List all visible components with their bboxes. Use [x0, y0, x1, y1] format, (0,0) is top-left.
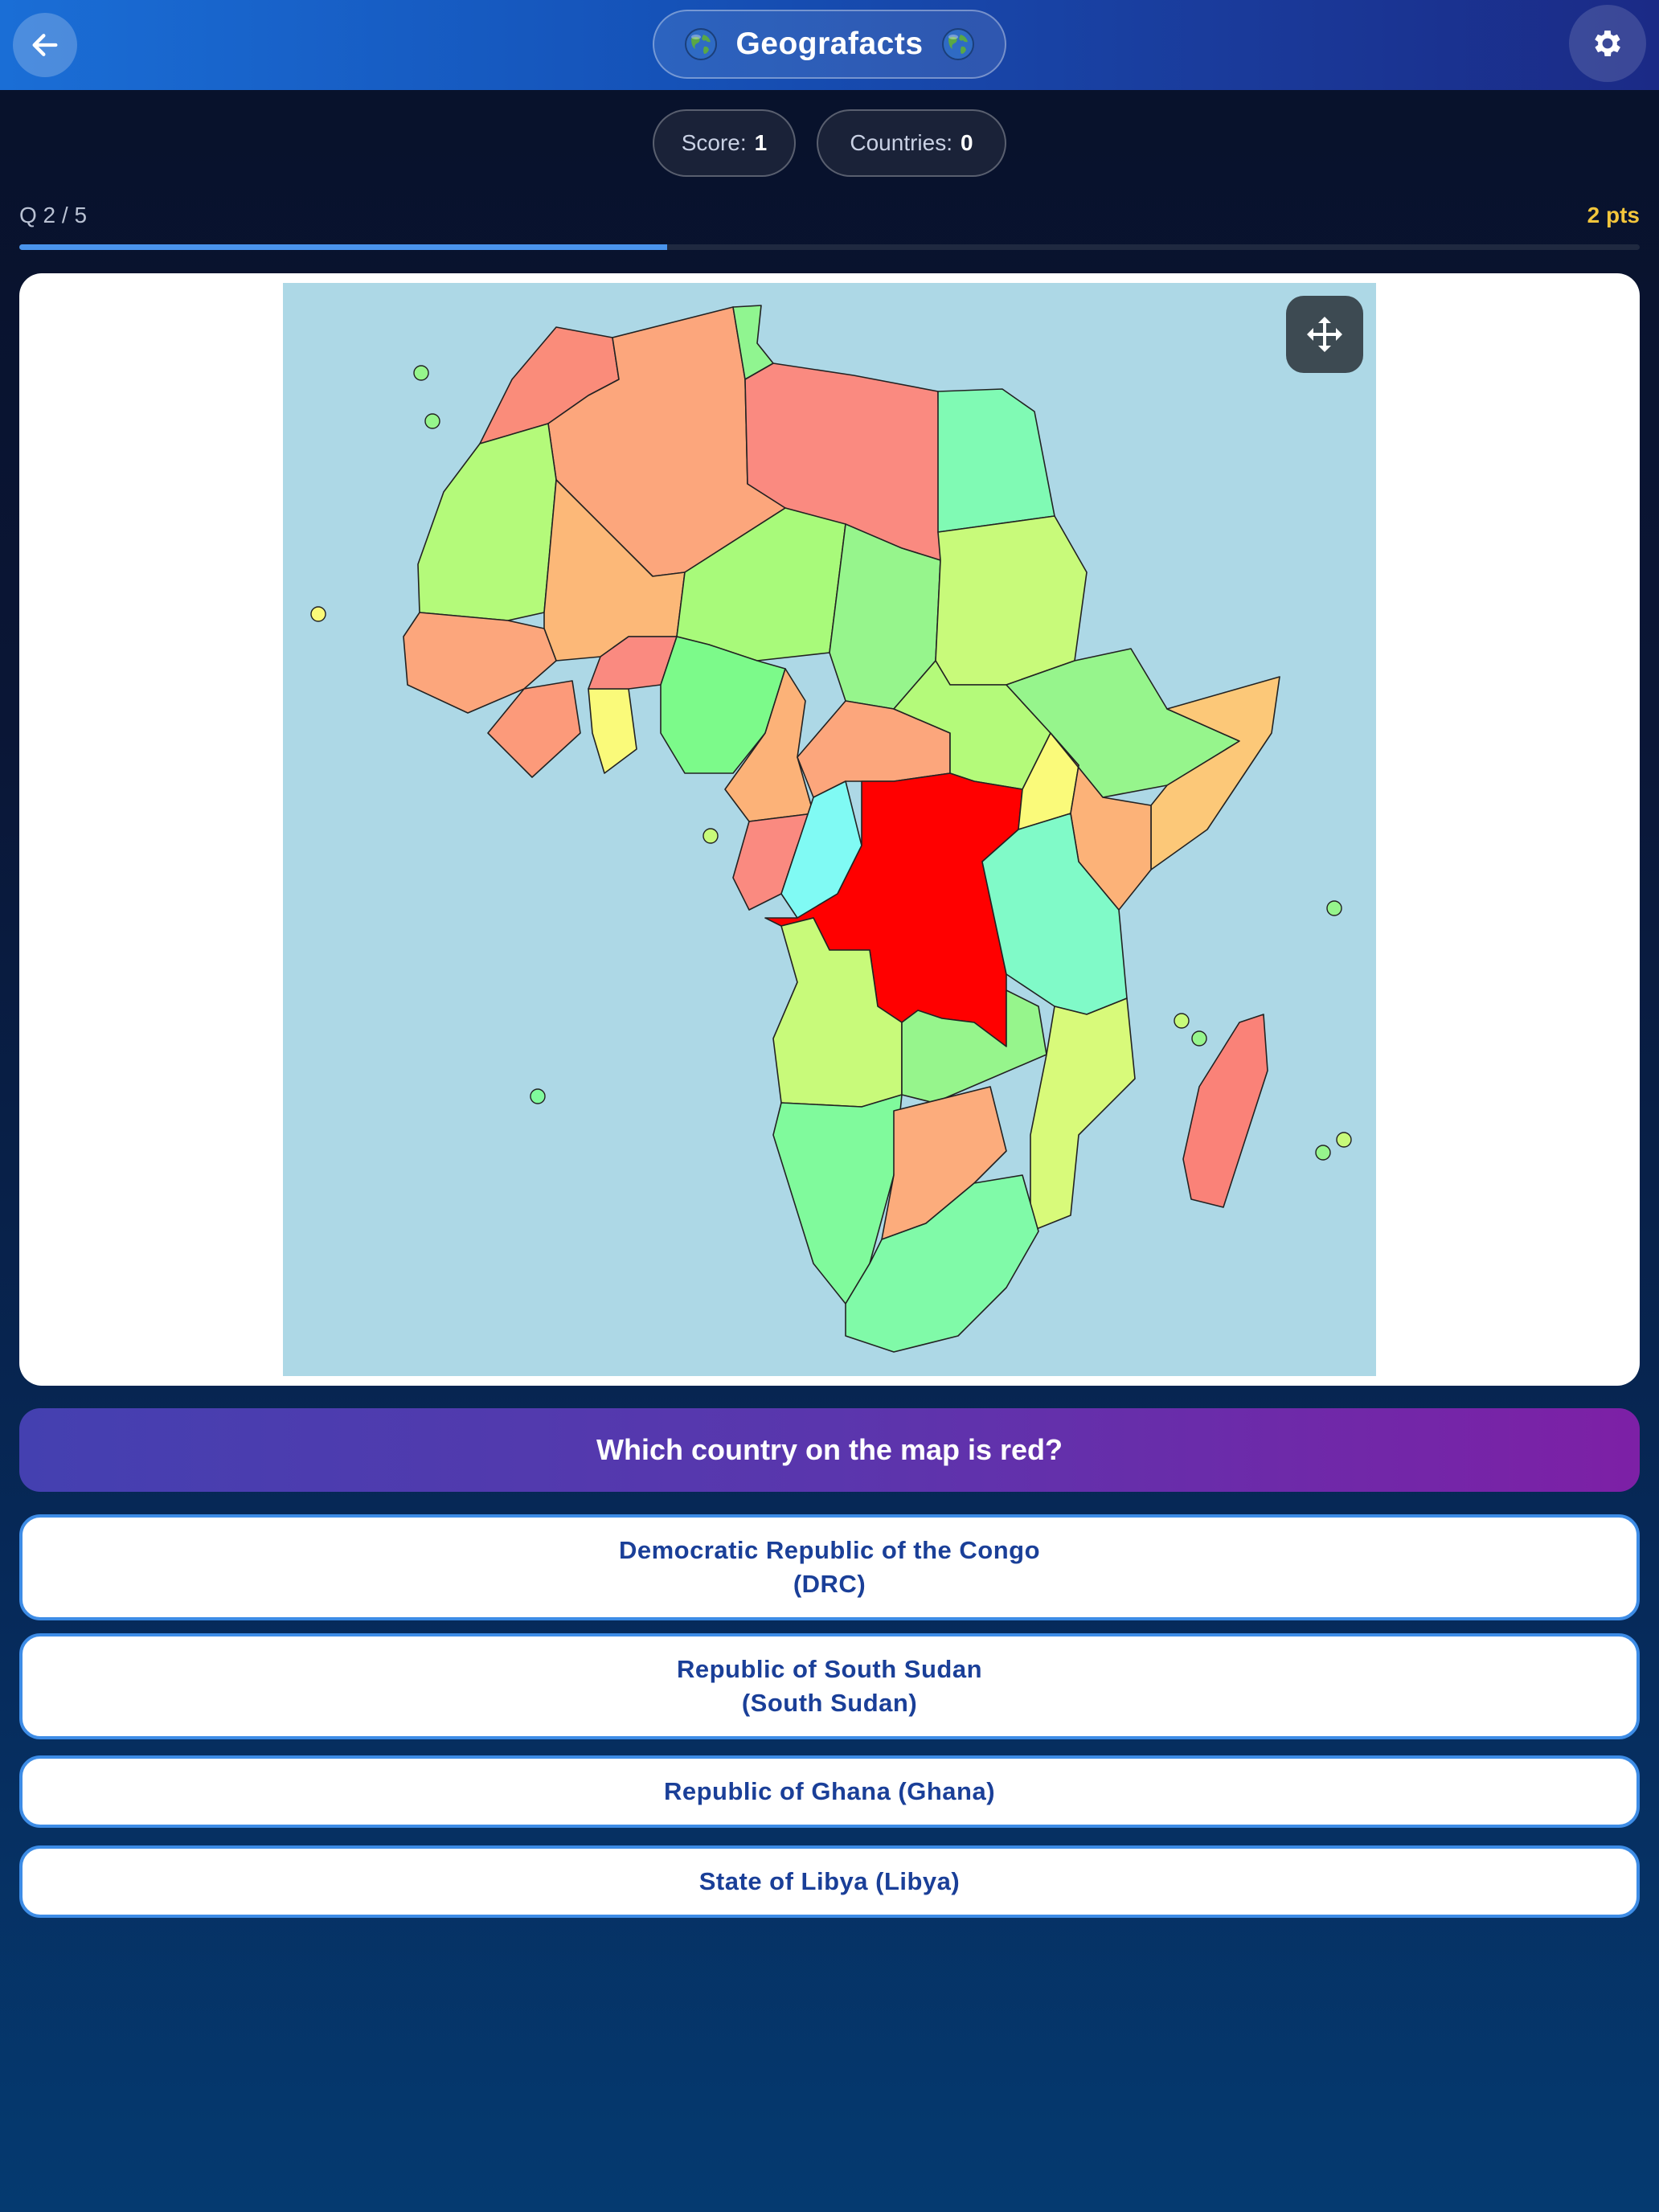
island-seychelles: [1326, 900, 1342, 916]
app-title-pill: Geografacts: [653, 10, 1006, 79]
island-cape-verde: [310, 606, 326, 622]
app-title: Geografacts: [735, 27, 924, 61]
globe-icon: [685, 28, 718, 60]
move-arrows-icon: [1307, 317, 1342, 352]
arrow-left-icon: [32, 34, 58, 56]
countries-label: Countries:: [850, 130, 953, 155]
island-madeira: [413, 365, 429, 381]
settings-button[interactable]: [1569, 5, 1646, 82]
answer-text: State of Libya (Libya): [698, 1867, 961, 1895]
score-value: 1: [754, 130, 768, 155]
globe-icon: [941, 28, 974, 60]
points-value: 2 pts: [1587, 203, 1640, 227]
island-reunion: [1315, 1145, 1331, 1161]
question-banner: Which country on the map is red?: [19, 1408, 1640, 1492]
gear-icon: [1595, 31, 1620, 56]
island-canaries: [424, 413, 440, 429]
progress-fill: [19, 244, 668, 250]
africa-map[interactable]: [283, 283, 1376, 1376]
island-mauritius: [1336, 1132, 1352, 1148]
score-label: Score:: [681, 130, 747, 155]
answer-text: Democratic Republic of the Congo (DRC): [619, 1534, 1040, 1601]
answer-line: Democratic Republic of the Congo: [618, 1536, 1041, 1564]
answer-line: (DRC): [793, 1570, 866, 1598]
answer-option-1[interactable]: Democratic Republic of the Congo (DRC): [19, 1514, 1640, 1620]
answer-text: Republic of Ghana (Ghana): [663, 1777, 996, 1805]
answer-option-2[interactable]: Republic of South Sudan (South Sudan): [19, 1633, 1640, 1739]
country-sudan: [935, 515, 1088, 686]
island-st-helena: [530, 1088, 546, 1104]
countries-pill: Countries: 0: [817, 109, 1006, 177]
progress-bar: [19, 244, 1640, 250]
move-map-button[interactable]: [1286, 296, 1363, 373]
answer-text: Republic of South Sudan (South Sudan): [677, 1653, 982, 1720]
answer-line: (South Sudan): [741, 1689, 918, 1717]
countries-value: 0: [961, 130, 973, 155]
answer-line: Republic of South Sudan: [676, 1655, 983, 1683]
island-sao-tome: [703, 828, 719, 844]
answer-option-3[interactable]: Republic of Ghana (Ghana): [19, 1755, 1640, 1828]
back-button[interactable]: [13, 13, 77, 77]
answer-option-4[interactable]: State of Libya (Libya): [19, 1845, 1640, 1918]
app-header: Geografacts: [0, 0, 1659, 90]
question-counter: Q 2 / 5: [19, 203, 88, 227]
score-pill: Score: 1: [653, 109, 796, 177]
island-comoros: [1174, 1013, 1190, 1029]
island-mayotte: [1191, 1030, 1207, 1047]
